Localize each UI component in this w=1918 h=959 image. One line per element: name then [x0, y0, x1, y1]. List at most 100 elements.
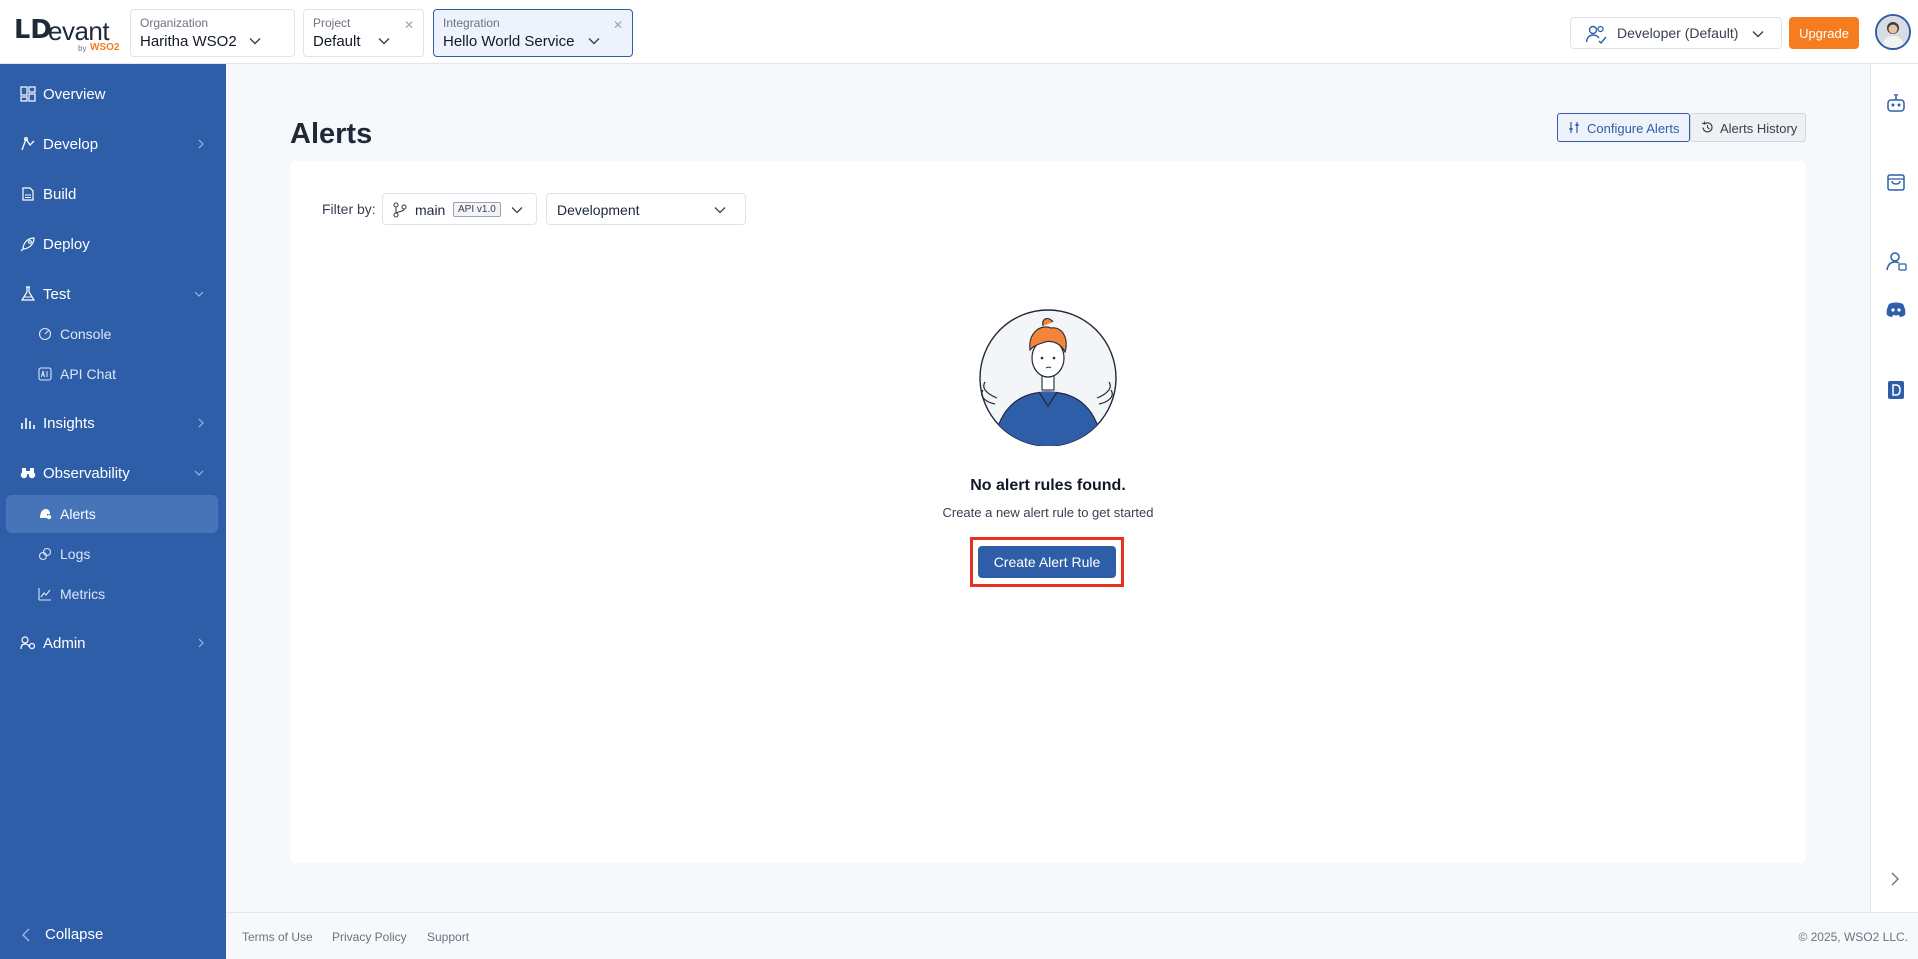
chevron-left-icon [22, 928, 30, 942]
sidebar-item-alerts[interactable]: Alerts [6, 495, 218, 533]
ai-chat-icon [38, 367, 52, 381]
sidebar-item-console[interactable]: Console [6, 315, 218, 353]
chevron-down-icon [378, 38, 390, 45]
ai-assistant-icon[interactable] [1885, 92, 1907, 114]
logs-icon [38, 547, 52, 561]
configure-alerts-label: Configure Alerts [1587, 121, 1680, 136]
role-value: Developer (Default) [1617, 25, 1739, 41]
sidebar: Overview Develop Build Deploy Test Conso… [0, 64, 226, 959]
chevron-down-icon [511, 207, 523, 214]
sidebar-item-label: Insights [43, 414, 95, 432]
branch-selector[interactable]: main API v1.0 [382, 193, 537, 225]
api-version-badge: API v1.0 [453, 202, 501, 217]
expand-rail-icon[interactable] [1891, 872, 1899, 886]
sidebar-item-overview[interactable]: Overview [6, 75, 218, 113]
sidebar-item-label: Overview [43, 85, 106, 103]
filter-label: Filter by: [322, 201, 376, 217]
configure-alerts-tab[interactable]: Configure Alerts [1557, 113, 1690, 142]
terms-of-use-link[interactable]: Terms of Use [242, 930, 313, 944]
sidebar-item-test[interactable]: Test [6, 275, 218, 313]
chevron-right-icon [198, 638, 204, 648]
deploy-icon [20, 237, 35, 252]
marketplace-icon[interactable] [1885, 171, 1907, 193]
sidebar-item-metrics[interactable]: Metrics [6, 575, 218, 613]
avatar-image [1877, 16, 1909, 48]
empty-state-illustration [979, 309, 1117, 446]
clear-integration-icon[interactable]: ✕ [613, 18, 623, 32]
project-label: Project [313, 16, 351, 30]
empty-state-subtitle: Create a new alert rule to get started [942, 505, 1154, 520]
support-icon[interactable] [1885, 250, 1907, 272]
logo-wso2: WSO2 [90, 42, 120, 53]
sidebar-item-deploy[interactable]: Deploy [6, 225, 218, 263]
sidebar-item-insights[interactable]: Insights [6, 404, 218, 442]
sidebar-item-observability[interactable]: Observability [6, 454, 218, 492]
users-icon [1585, 25, 1607, 44]
organization-label: Organization [140, 16, 209, 30]
branch-value: main [415, 202, 446, 218]
sidebar-item-label: Logs [60, 546, 91, 562]
clear-project-icon[interactable]: ✕ [404, 18, 414, 32]
chevron-right-icon [198, 418, 204, 428]
top-bar: ᒪD evant by WSO2 Organization Haritha WS… [0, 0, 1918, 64]
alerts-history-label: Alerts History [1720, 121, 1798, 136]
footer: Terms of Use Privacy Policy Support © 20… [226, 912, 1918, 959]
create-alert-rule-button[interactable]: Create Alert Rule [978, 546, 1116, 578]
alerts-icon [40, 509, 52, 520]
sidebar-item-admin[interactable]: Admin [6, 624, 218, 662]
right-rail [1870, 64, 1918, 912]
role-selector[interactable]: Developer (Default) [1570, 17, 1782, 49]
project-value: Default [313, 33, 361, 50]
integration-selector[interactable]: Integration Hello World Service ✕ [433, 9, 633, 57]
empty-state-title: No alert rules found. [970, 477, 1126, 494]
sidebar-item-build[interactable]: Build [6, 175, 218, 213]
collapse-sidebar-button[interactable]: Collapse [0, 911, 226, 959]
discord-icon[interactable] [1885, 298, 1907, 320]
documentation-icon[interactable] [1885, 379, 1907, 401]
sidebar-item-label: Build [43, 185, 77, 203]
chevron-down-icon [194, 291, 204, 297]
build-icon [22, 187, 34, 201]
organization-selector[interactable]: Organization Haritha WSO2 [130, 9, 295, 57]
metrics-icon [38, 588, 51, 601]
sidebar-item-label: Alerts [60, 506, 96, 522]
binoculars-icon [20, 468, 36, 479]
sidebar-item-label: Console [60, 326, 112, 342]
chevron-down-icon [194, 470, 204, 476]
chevron-down-icon [714, 207, 726, 214]
sidebar-item-logs[interactable]: Logs [6, 535, 218, 573]
alerts-history-tab[interactable]: Alerts History [1690, 113, 1806, 142]
chevron-right-icon [198, 139, 204, 149]
sidebar-item-label: Observability [43, 464, 130, 482]
develop-icon [21, 137, 35, 151]
sidebar-item-develop[interactable]: Develop [6, 125, 218, 163]
flask-icon [20, 286, 36, 301]
support-link[interactable]: Support [427, 930, 469, 944]
environment-value: Development [557, 202, 640, 218]
sliders-icon [1569, 122, 1579, 133]
chevron-down-icon [588, 38, 600, 45]
chevron-down-icon [1752, 31, 1764, 38]
logo-by: by [78, 44, 87, 53]
copyright: © 2025, WSO2 LLC. [1798, 930, 1908, 944]
git-branch-icon [393, 202, 407, 218]
integration-label: Integration [443, 16, 500, 30]
sidebar-item-api-chat[interactable]: API Chat [6, 355, 218, 393]
privacy-policy-link[interactable]: Privacy Policy [332, 930, 407, 944]
sidebar-item-label: Deploy [43, 235, 90, 253]
sidebar-item-label: Admin [43, 634, 86, 652]
environment-selector[interactable]: Development [546, 193, 746, 225]
console-icon [38, 327, 52, 341]
history-icon [1701, 121, 1713, 133]
sidebar-item-label: Develop [43, 135, 99, 153]
project-selector[interactable]: Project Default ✕ [303, 9, 424, 57]
logo-mark: ᒪD [14, 15, 52, 45]
sidebar-item-label: Metrics [60, 586, 106, 602]
collapse-label: Collapse [45, 926, 104, 943]
user-avatar[interactable] [1875, 14, 1911, 50]
upgrade-button[interactable]: Upgrade [1789, 17, 1859, 49]
cta-highlight: Create Alert Rule [970, 537, 1124, 587]
sidebar-item-label: API Chat [60, 366, 117, 382]
devant-logo[interactable]: ᒪD evant by WSO2 [14, 14, 119, 53]
alerts-card: Filter by: main API v1.0 Development No … [290, 161, 1806, 863]
